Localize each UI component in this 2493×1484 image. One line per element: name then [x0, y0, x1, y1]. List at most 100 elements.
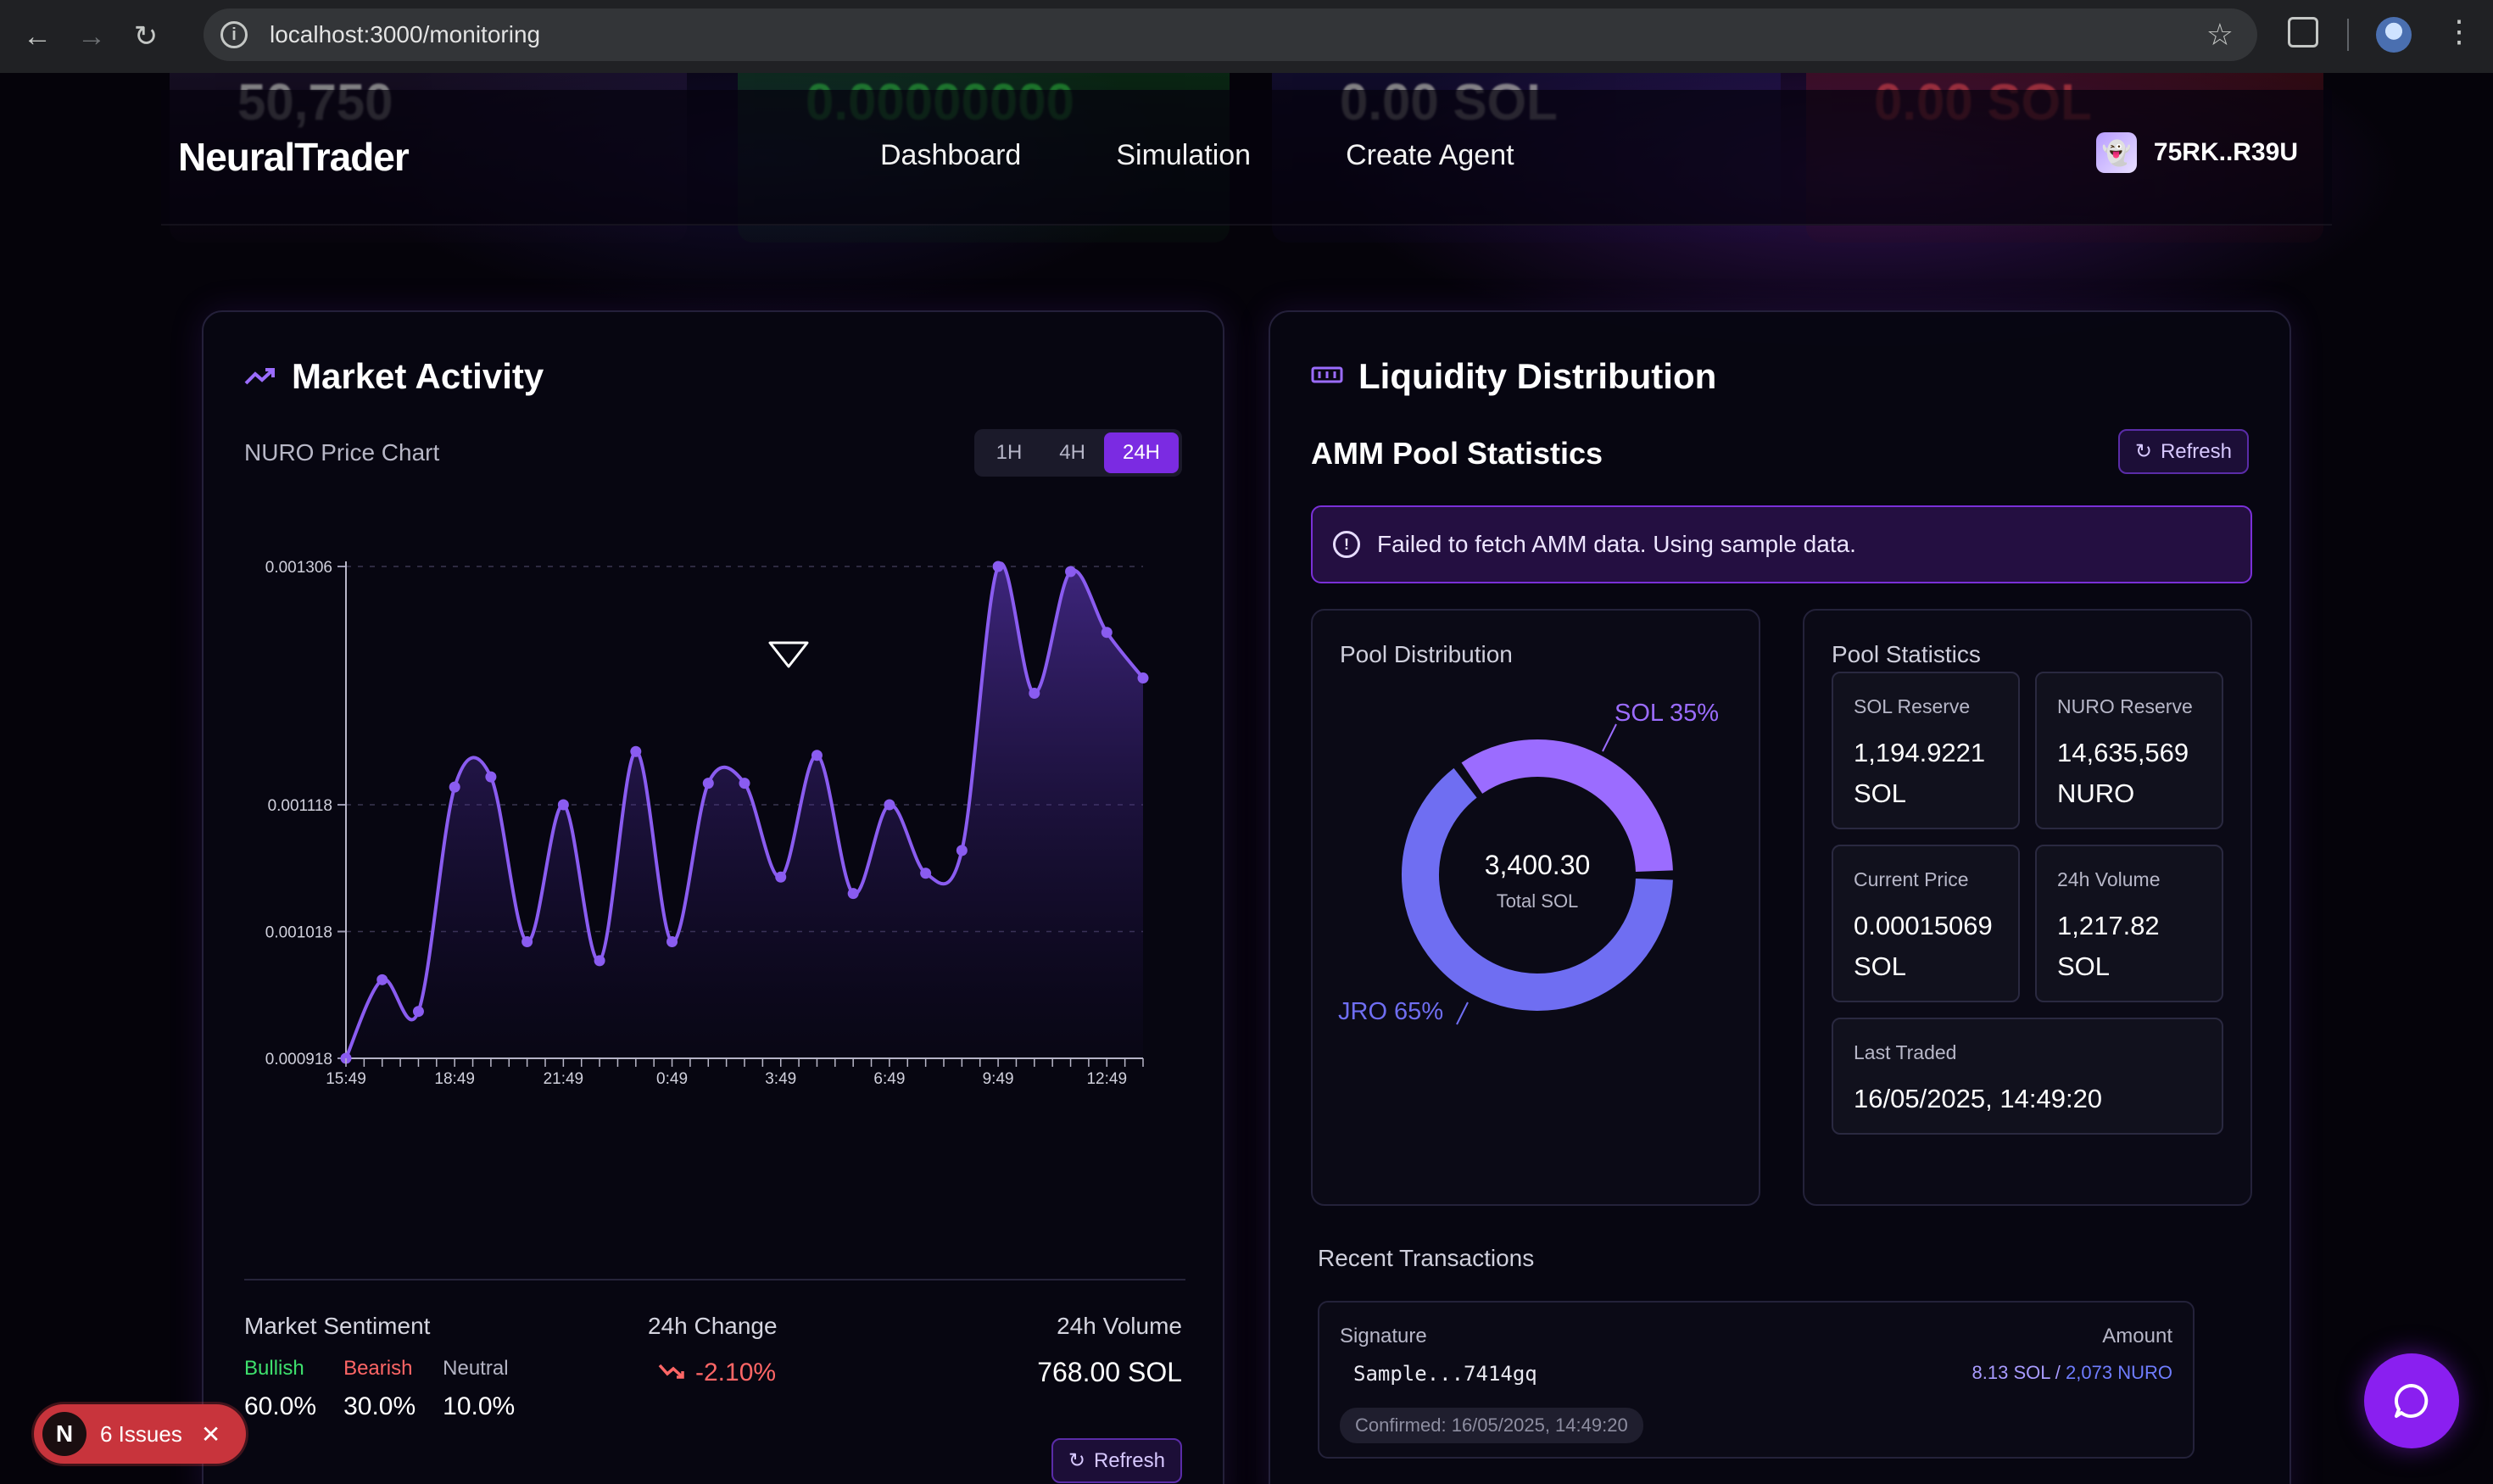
price-point — [739, 778, 750, 789]
x-tick-label: 15:49 — [326, 1070, 366, 1088]
donut-total-label: Total SOL — [1497, 890, 1579, 912]
nav-link-simulation[interactable]: Simulation — [1116, 139, 1251, 172]
timeframe-24h[interactable]: 24H — [1103, 432, 1179, 473]
stat-label: SOL Reserve — [1854, 695, 1971, 717]
mouse-cursor-icon — [768, 641, 809, 668]
change-24h-value: -2.10% — [695, 1358, 777, 1386]
tx-amount-nuro: 2,073 NURO — [2066, 1362, 2172, 1383]
forward-icon[interactable]: → — [75, 20, 109, 53]
donut-leader-nuro — [1456, 1001, 1469, 1025]
market-activity-panel: Market Activity NURO Price Chart 1H 4H 2… — [202, 310, 1224, 1484]
volume-24h-label: 24h Volume — [1057, 1313, 1182, 1339]
reload-icon[interactable]: ↻ — [129, 20, 163, 53]
liquidity-heading: Liquidity Distribution — [1311, 356, 1716, 397]
memory-chip-icon — [1311, 359, 1343, 394]
price-point — [920, 868, 932, 879]
app-logo[interactable]: NeuralTrader — [178, 134, 410, 180]
timeframe-selector: 1H 4H 24H — [973, 429, 1182, 477]
sentiment-bearish: Bearish 30.0% — [343, 1357, 416, 1421]
price-area — [346, 563, 1143, 1058]
stat-volume-24h: 24h Volume 1,217.82 SOL — [2035, 845, 2223, 1002]
issues-badge[interactable]: N 6 Issues ✕ — [34, 1404, 246, 1464]
x-tick-label: 21:49 — [544, 1070, 584, 1088]
error-alert: ! Failed to fetch AMM data. Using sample… — [1311, 505, 2252, 583]
sentiment-neutral-value: 10.0% — [443, 1392, 516, 1420]
price-point — [449, 781, 460, 793]
price-point — [594, 955, 605, 967]
chat-bubble-icon — [2394, 1383, 2429, 1418]
price-point — [485, 771, 497, 783]
change-24h: 24h Change -2.10% — [648, 1313, 778, 1387]
price-point — [1029, 687, 1040, 699]
donut-total-value: 3,400.30 — [1485, 850, 1591, 880]
market-refresh-button[interactable]: ↻ Refresh — [1051, 1438, 1182, 1483]
pool-statistics-card: Pool Statistics SOL Reserve 1,194.9221 S… — [1803, 609, 2252, 1206]
top-navbar: NeuralTrader Dashboard Simulation Create… — [161, 90, 2332, 226]
x-tick-label: 0:49 — [656, 1070, 688, 1088]
tx-amount: 8.13 SOL / 2,073 NURO — [1972, 1362, 2172, 1384]
page: 50,750 0.00000000 0.00 SOL 0.00 SOL Neur… — [0, 73, 2493, 1484]
sentiment-bearish-label: Bearish — [343, 1357, 413, 1380]
volume-24h-value: 768.00 SOL — [1037, 1357, 1182, 1387]
timeframe-4h[interactable]: 4H — [1040, 432, 1104, 473]
stat-label: Last Traded — [1854, 1041, 1957, 1063]
pool-distribution-card: Pool Distribution 3,400.30 Total SOL SOL… — [1311, 609, 1760, 1206]
tx-signature[interactable]: Sample...7414gq — [1353, 1362, 1537, 1386]
price-point — [847, 888, 859, 900]
nav-link-create-agent[interactable]: Create Agent — [1346, 139, 1514, 172]
wallet-ghost-icon: 👻 — [2095, 132, 2137, 173]
price-chart-svg[interactable]: 0.000918 0.001018 0.001118 0.001306 15:49 18:… — [244, 499, 1185, 1177]
issues-label[interactable]: 6 Issues — [100, 1421, 182, 1448]
price-point — [557, 799, 569, 811]
sentiment-bullish: Bullish 60.0% — [244, 1357, 316, 1421]
stat-nuro-reserve: NURO Reserve 14,635,569 NURO — [2035, 672, 2223, 829]
sentiment-neutral: Neutral 10.0% — [443, 1357, 515, 1421]
site-info-icon[interactable]: i — [220, 21, 248, 48]
y-tick-label: 0.001306 — [265, 559, 332, 577]
browser-toolbar: ← → ↻ i localhost:3000/monitoring ☆ ⋮ — [0, 0, 2493, 73]
donut-nuro-label: JRO 65% — [1338, 998, 1443, 1025]
profile-avatar[interactable] — [2376, 17, 2412, 53]
nextjs-logo-icon: N — [42, 1412, 86, 1456]
x-tick-label: 12:49 — [1086, 1070, 1127, 1088]
volume-24h: 24h Volume 768.00 SOL — [1037, 1313, 1182, 1388]
trending-up-icon — [244, 359, 276, 394]
stat-value: 16/05/2025, 14:49:20 — [1854, 1084, 2103, 1113]
timeframe-1h[interactable]: 1H — [978, 432, 1041, 473]
price-chart[interactable]: 0.000918 0.001018 0.001118 0.001306 15:49 18:… — [244, 499, 1185, 1177]
y-tick-label: 0.001018 — [265, 924, 332, 942]
market-activity-heading: Market Activity — [244, 356, 544, 397]
back-icon[interactable]: ← — [20, 20, 54, 53]
tx-signature-header: Signature — [1340, 1325, 1427, 1347]
price-point — [1137, 672, 1149, 684]
stat-label: Current Price — [1854, 868, 1969, 890]
stat-value: 0.00015069 SOL — [1854, 911, 1993, 981]
address-url[interactable]: localhost:3000/monitoring — [270, 21, 540, 48]
close-icon[interactable]: ✕ — [201, 1420, 220, 1448]
address-bar[interactable]: i localhost:3000/monitoring ☆ — [204, 8, 2257, 61]
stat-label: NURO Reserve — [2057, 695, 2193, 717]
transaction-row[interactable]: Signature Amount Sample...7414gq 8.13 SO… — [1318, 1301, 2195, 1459]
chat-button[interactable] — [2364, 1353, 2459, 1448]
extensions-icon[interactable] — [2288, 17, 2318, 47]
nav-link-dashboard[interactable]: Dashboard — [880, 139, 1021, 172]
wallet-button[interactable]: 👻 75RK..R39U — [2095, 132, 2298, 173]
browser-menu-icon[interactable]: ⋮ — [2444, 14, 2474, 49]
donut-sol-label: SOL 35% — [1615, 700, 1719, 727]
tx-confirmed-badge: Confirmed: 16/05/2025, 14:49:20 — [1340, 1408, 1643, 1443]
change-24h-value-row: -2.10% — [658, 1358, 778, 1387]
price-point — [811, 750, 823, 762]
market-sentiment: Market Sentiment Bullish 60.0% Bearish 3… — [244, 1313, 515, 1421]
bookmark-star-icon[interactable]: ☆ — [2206, 17, 2234, 53]
pool-donut-chart: 3,400.30 Total SOL SOL 35% JRO 65% — [1338, 700, 1719, 1025]
liquidity-title: Liquidity Distribution — [1358, 356, 1717, 396]
section-divider — [244, 1279, 1185, 1280]
pool-statistics-title: Pool Statistics — [1832, 641, 1981, 667]
stat-value: 14,635,569 NURO — [2057, 738, 2189, 808]
sentiment-bearish-value: 30.0% — [343, 1392, 416, 1420]
price-point — [1065, 566, 1077, 577]
amm-refresh-button[interactable]: ↻ Refresh — [2117, 429, 2249, 474]
market-activity-title: Market Activity — [292, 356, 544, 396]
price-point — [521, 935, 533, 947]
liquidity-panel: Liquidity Distribution AMM Pool Statisti… — [1269, 310, 2291, 1484]
